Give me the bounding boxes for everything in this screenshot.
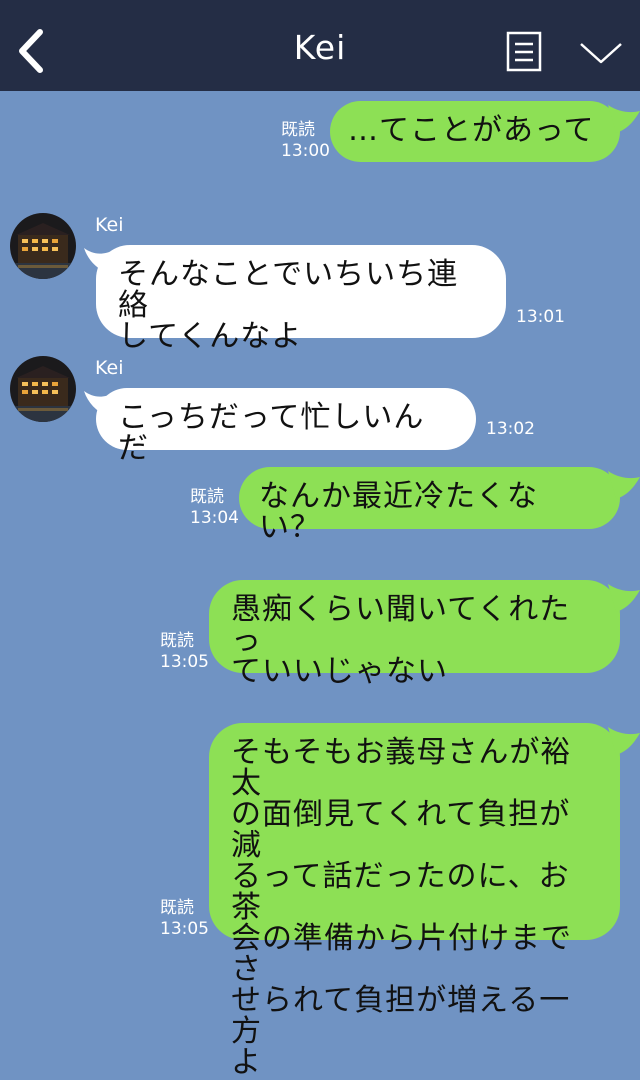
message-text: ていいじゃない	[231, 654, 448, 689]
timestamp: 13:00	[281, 141, 330, 161]
message-text: こっちだって忙しいんだ	[118, 400, 425, 466]
message-text: るって話だったのに、お茶	[231, 859, 570, 925]
bubble-tail	[608, 105, 640, 133]
sent-message-bubble[interactable]: そもそもお義母さんが裕太 の面倒見てくれて負担が減 るって話だったのに、お茶 会…	[209, 723, 620, 1078]
avatar[interactable]	[10, 356, 76, 422]
avatar-image	[10, 213, 76, 279]
bubble-tail	[608, 584, 640, 612]
timestamp: 13:02	[486, 419, 535, 439]
timestamp: 13:05	[160, 919, 209, 939]
read-status: 既読 13:05	[160, 898, 209, 939]
read-status: 既読 13:04	[190, 487, 239, 528]
sender-name: Kei	[95, 214, 124, 236]
sent-message-bubble[interactable]: …てことがあって	[330, 101, 620, 162]
bubble-tail	[608, 471, 640, 499]
bubble-tail	[608, 727, 640, 755]
message-text: 愚痴くらい聞いてくれたっ	[231, 592, 571, 658]
message-text: してくんなよ	[118, 319, 303, 354]
message-text: 会の準備から片付けまでさ	[231, 921, 572, 987]
message-text: よ	[231, 1045, 262, 1080]
sent-message-bubble[interactable]: なんか最近冷たくない？	[239, 467, 620, 543]
timestamp: 13:01	[516, 307, 565, 327]
received-message-bubble[interactable]: こっちだって忙しいんだ	[96, 388, 476, 464]
message-text: …てことがあって	[348, 113, 595, 148]
sent-message-bubble[interactable]: 愚痴くらい聞いてくれたっ ていいじゃない	[209, 580, 620, 687]
chat-title: Kei	[293, 28, 347, 67]
notes-icon	[506, 31, 542, 72]
received-message-bubble[interactable]: そんなことでいちいち連絡 してくんなよ	[96, 245, 506, 352]
read-status: 既読 13:05	[160, 631, 209, 672]
chat-header: Kei	[0, 0, 640, 91]
sender-name: Kei	[95, 357, 124, 379]
message-text: の面倒見てくれて負担が減	[231, 797, 571, 863]
chevron-down-icon	[580, 43, 622, 64]
message-text: なんか最近冷たくない？	[259, 479, 538, 545]
read-status: 既読 13:00	[281, 120, 330, 161]
avatar[interactable]	[10, 213, 76, 279]
notes-button[interactable]	[506, 31, 544, 73]
message-text: そもそもお義母さんが裕太	[231, 735, 572, 801]
message-text: せられて負担が増える一方	[231, 983, 571, 1049]
timestamp: 13:04	[190, 508, 239, 528]
timestamp: 13:05	[160, 652, 209, 672]
menu-button[interactable]	[578, 36, 624, 68]
avatar-image	[10, 356, 76, 422]
message-text: そんなことでいちいち連絡	[118, 257, 459, 323]
